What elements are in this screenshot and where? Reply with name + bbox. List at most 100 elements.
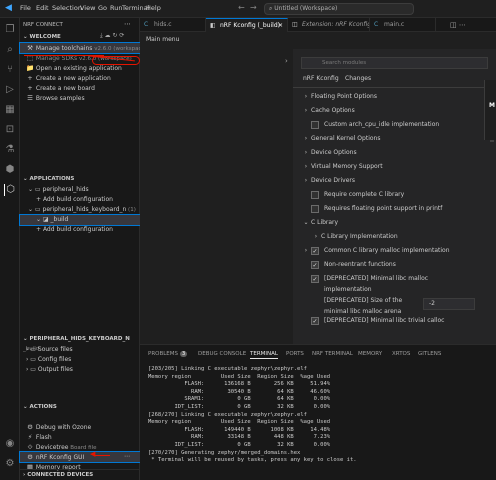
menu-help[interactable]: Help: [146, 4, 161, 12]
settings-icon[interactable]: ⚙: [4, 458, 16, 470]
application-item-build[interactable]: ⌄ ◪ _build: [19, 214, 141, 226]
applications-section-header[interactable]: ⌄ APPLICATIONS: [20, 174, 140, 184]
welcome-item-manage-toolchains[interactable]: ⚒ Manage toolchains v2.6.0 (workspace): [19, 42, 141, 54]
application-item-peripheral-hids[interactable]: ⌄ ▭ peripheral_hids: [20, 185, 140, 195]
terminal-output[interactable]: [203/205] Linking C executable zephyr\ze…: [148, 366, 488, 465]
kconfig-row-non-reentrant-functions[interactable]: ✓ Non-reentrant functions: [311, 259, 496, 270]
actions-section-header[interactable]: ⌄ ACTIONS: [20, 402, 140, 412]
kconfig-row-c-library[interactable]: ⌄ C Library: [301, 217, 491, 228]
checkbox[interactable]: [311, 120, 319, 129]
menu-run[interactable]: Run: [110, 4, 122, 12]
action-item-nrf-kconfig-gui[interactable]: ⚙ nRF Kconfig GUI ⋯: [19, 451, 141, 463]
more-actions-icon[interactable]: ⋯: [124, 452, 130, 462]
panel-tab-terminal[interactable]: TERMINAL: [250, 351, 278, 359]
search-modules-input[interactable]: Search modules: [301, 57, 488, 69]
checkbox[interactable]: ✓: [311, 260, 319, 269]
terminal-line: FLASH: 136168 B 256 KB 51.94%: [148, 381, 331, 388]
tab-nrf-kconfig[interactable]: nRF Kconfig: [303, 75, 339, 82]
chevron-right-icon[interactable]: ›: [301, 105, 311, 116]
panel-tab-problems[interactable]: PROBLEMS 3: [148, 351, 188, 357]
menu-go[interactable]: Go: [98, 4, 107, 12]
arena-size-input[interactable]: -2: [423, 298, 475, 310]
tab-main-c[interactable]: Cmain.c: [370, 18, 436, 32]
panel-tab-xrtos[interactable]: XRTOS: [392, 351, 410, 357]
tab-nrf-kconfig-build[interactable]: ◧ nRF Kconfig (_build) ×: [206, 18, 288, 32]
welcome-item-create-a-new-board[interactable]: + Create a new board: [20, 83, 140, 93]
detail-item-output-files[interactable]: › ▭ Output files: [20, 365, 140, 375]
welcome-item-browse-samples[interactable]: ☰ Browse samples: [20, 93, 140, 103]
checkbox[interactable]: [311, 204, 319, 213]
nrf-device-icon[interactable]: ⬡: [4, 184, 16, 196]
kconfig-row-require-complete-c-library[interactable]: Require complete C library: [311, 189, 496, 200]
kconfig-row-floating-point-options[interactable]: › Floating Point Options: [301, 91, 491, 102]
action-item-debug-with-ozone[interactable]: ⚙ Debug with Ozone: [20, 422, 140, 432]
search-icon[interactable]: ⌕: [4, 44, 16, 56]
tab-changes[interactable]: Changes: [345, 75, 371, 82]
menu-edit[interactable]: Edit: [36, 4, 49, 12]
application-item-add-build-configuration[interactable]: + Add build configuration: [20, 225, 140, 235]
explorer-icon[interactable]: ❐: [4, 24, 16, 36]
chevron-right-icon[interactable]: ›: [301, 161, 311, 172]
account-icon[interactable]: ◉: [4, 438, 16, 450]
checkbox[interactable]: [311, 190, 319, 199]
welcome-item-create-a-new-application[interactable]: + Create a new application: [20, 73, 140, 83]
run-debug-icon[interactable]: ▷: [4, 84, 16, 96]
chevron-right-icon[interactable]: ›: [301, 245, 311, 256]
kconfig-row-custom-arch-cpu-idle-implementation[interactable]: Custom arch_cpu_idle implementation: [311, 119, 496, 130]
menu-view[interactable]: View: [80, 4, 95, 12]
main-menu-label[interactable]: Main menu: [146, 36, 179, 43]
panel-tab-gitlens[interactable]: GITLENS: [418, 351, 441, 357]
kconfig-row-deprecated-minimal-libc-trivial-calloc[interactable]: ✓ [DEPRECATED] Minimal libc trivial callo…: [311, 315, 496, 326]
action-item-devicetree[interactable]: ⟐ Devicetree Board file: [20, 442, 140, 452]
more-actions-icon[interactable]: ⋯: [124, 20, 131, 28]
menu-selection[interactable]: Selection: [52, 4, 82, 12]
panel-tab-ports[interactable]: PORTS: [286, 351, 304, 357]
panel-tab-nrf-terminal[interactable]: NRF TERMINAL: [312, 351, 353, 357]
checkbox[interactable]: ✓: [311, 246, 319, 255]
problems-count-badge: 3: [180, 351, 188, 357]
action-item-flash[interactable]: ⚡ Flash: [20, 432, 140, 442]
command-center-search[interactable]: ⌕ Untitled (Workspace): [264, 3, 414, 15]
chevron-right-icon[interactable]: ›: [301, 147, 311, 158]
panel-tab-memory[interactable]: MEMORY: [358, 351, 382, 357]
details-section-header[interactable]: ⌄ PERIPHERAL_HIDS_KEYBOARD_N _build: [20, 334, 140, 352]
extensions-icon[interactable]: ▦: [4, 104, 16, 116]
panel-tab-debug-console[interactable]: DEBUG CONSOLE: [198, 351, 246, 357]
kconfig-expand-icon[interactable]: ›: [285, 57, 288, 65]
close-icon[interactable]: ×: [278, 19, 283, 32]
kconfig-row-virtual-memory-support[interactable]: › Virtual Memory Support: [301, 161, 491, 172]
detail-item-config-files[interactable]: › ▭ Config files: [20, 355, 140, 365]
forward-arrow-icon[interactable]: →: [250, 3, 257, 12]
kconfig-row-device-options[interactable]: › Device Options: [301, 147, 491, 158]
welcome-toolbar-icons[interactable]: ⤓ ☁ ↻ ⟳: [100, 32, 124, 40]
tab-hids-c[interactable]: Chids.c: [140, 18, 206, 32]
kconfig-row-device-drivers[interactable]: › Device Drivers: [301, 175, 491, 186]
remote-icon[interactable]: ⊡: [4, 124, 16, 136]
chevron-right-icon[interactable]: ›: [311, 231, 321, 242]
kconfig-label: Floating Point Options: [311, 93, 377, 100]
application-item-peripheral-hids-keyboard-n[interactable]: ⌄ ▭ peripheral_hids_keyboard_n (1): [20, 205, 140, 215]
checkbox[interactable]: ✓: [311, 274, 319, 283]
source-control-icon[interactable]: ⑂: [4, 64, 16, 76]
chevron-right-icon[interactable]: ›: [301, 91, 311, 102]
connected-devices-section-header[interactable]: › CONNECTED DEVICES: [20, 469, 140, 479]
kconfig-row-common-c-library-malloc-implementation[interactable]: › ✓ Common C library malloc implementation: [301, 245, 491, 256]
chevron-right-icon[interactable]: ›: [301, 133, 311, 144]
back-arrow-icon[interactable]: ←: [238, 3, 245, 12]
split-editor-icon[interactable]: ◫ ⋯: [450, 18, 466, 32]
application-item-add-build-configuration[interactable]: + Add build configuration: [20, 195, 140, 205]
menu-file[interactable]: File: [20, 4, 31, 12]
detail-item-source-files[interactable]: › ▭ Source files: [20, 345, 140, 355]
tab-extension-nrf-kconfig[interactable]: ◫ Extension: nRF Kconfig: [288, 18, 370, 32]
kconfig-row-requires-floating-point-support-in-printf[interactable]: Requires floating point support in print…: [311, 203, 496, 214]
chevron-right-icon[interactable]: ›: [301, 175, 311, 186]
chevron-down-icon[interactable]: ⌄: [301, 217, 311, 228]
checkbox[interactable]: ✓: [311, 316, 319, 325]
application-item-label: peripheral_hids_keyboard_n: [42, 206, 127, 213]
kconfig-row-general-kernel-options[interactable]: › General Kernel Options: [301, 133, 491, 144]
kconfig-row-c-library-implementation[interactable]: › C Library Implementation: [311, 231, 496, 242]
kconfig-row-deprecated-minimal-libc-malloc[interactable]: ✓ [DEPRECATED] Minimal libc malloc impleme…: [311, 273, 496, 295]
nrf-connect-icon[interactable]: ⬢: [4, 164, 16, 176]
testing-icon[interactable]: ⚗: [4, 144, 16, 156]
kconfig-row-cache-options[interactable]: › Cache Options: [301, 105, 491, 116]
